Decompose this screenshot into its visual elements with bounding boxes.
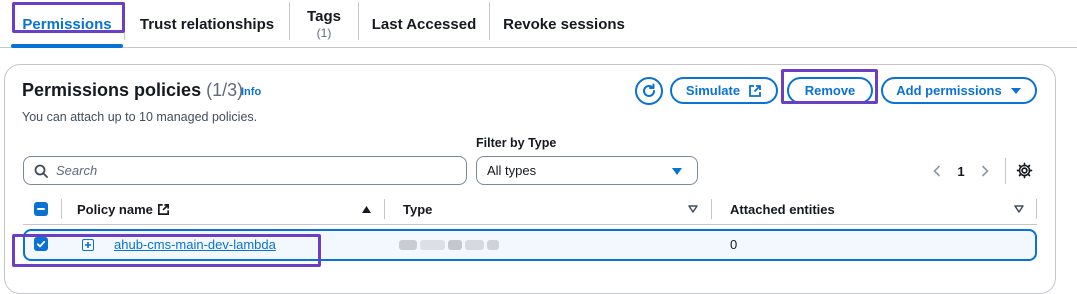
add-permissions-button-label: Add permissions (896, 83, 1002, 98)
row-checkbox[interactable] (34, 237, 48, 251)
preferences-button[interactable] (1016, 162, 1033, 184)
expand-plus-icon (85, 242, 91, 248)
column-divider (711, 199, 712, 219)
column-divider (61, 199, 62, 219)
refresh-icon (643, 83, 655, 97)
tab-bar: Permissions Trust relationships Tags (1)… (0, 0, 1077, 48)
type-filter-select[interactable]: All types (476, 156, 698, 185)
column-header-attached-entities-label: Attached entities (730, 202, 835, 217)
search-field[interactable] (23, 156, 467, 185)
type-filter-value: All types (487, 163, 537, 178)
panel-description: You can attach up to 10 managed policies… (22, 110, 258, 124)
tab-tags-label: Tags (307, 8, 341, 25)
caret-down-icon (1010, 86, 1022, 96)
column-divider (1036, 199, 1037, 219)
sort-down-icon[interactable] (688, 205, 698, 213)
tab-revoke-sessions[interactable]: Revoke sessions (490, 0, 638, 48)
caret-down-icon (672, 168, 682, 175)
simulate-button-label: Simulate (685, 83, 741, 98)
expand-row-button[interactable] (82, 239, 94, 251)
column-header-type-label: Type (403, 202, 433, 217)
tab-revoke-sessions-label: Revoke sessions (503, 15, 625, 33)
search-icon (34, 164, 48, 178)
tab-permissions-label: Permissions (22, 15, 112, 33)
add-permissions-button[interactable]: Add permissions (881, 77, 1037, 104)
panel-title-count: (1/3) (206, 80, 244, 100)
info-link[interactable]: Info (241, 86, 261, 98)
column-header-policy-name-label: Policy name (77, 202, 153, 217)
table-header-divider (23, 224, 1037, 225)
filter-by-type-label: Filter by Type (476, 136, 557, 150)
pagination-divider (1005, 158, 1006, 184)
column-header-type[interactable]: Type (403, 202, 432, 217)
checkbox-indeterminate-icon (37, 208, 45, 210)
tab-last-accessed-label: Last Accessed (371, 15, 477, 33)
tab-last-accessed[interactable]: Last Accessed (359, 0, 489, 48)
external-link-icon (157, 203, 170, 216)
search-input[interactable] (56, 163, 436, 178)
page-number[interactable]: 1 (944, 164, 978, 179)
remove-button-label: Remove (804, 83, 856, 98)
chevron-right-icon (981, 165, 989, 177)
policy-name-link[interactable]: ahub-cms-main-dev-lambda (114, 237, 276, 252)
remove-button[interactable]: Remove (787, 77, 873, 104)
pagination: 1 (930, 160, 992, 182)
active-tab-indicator (11, 44, 123, 48)
tab-permissions[interactable]: Permissions (11, 0, 123, 48)
tab-trust-relationships[interactable]: Trust relationships (125, 0, 289, 48)
tab-tags[interactable]: Tags (1) (290, 0, 358, 48)
column-header-policy-name[interactable]: Policy name (77, 202, 170, 217)
column-header-attached-entities[interactable]: Attached entities (730, 202, 835, 217)
chevron-left-icon (933, 165, 941, 177)
tab-trust-relationships-label: Trust relationships (139, 15, 275, 33)
sort-down-icon[interactable] (1014, 205, 1024, 213)
previous-page-button[interactable] (930, 161, 944, 181)
gear-icon (1016, 162, 1033, 179)
refresh-button[interactable] (635, 77, 663, 105)
external-link-icon (748, 84, 762, 98)
attached-entities-value: 0 (730, 237, 738, 252)
panel-title: Permissions policies (1/3) (22, 80, 243, 101)
checkbox-checked-icon (36, 240, 46, 248)
select-all-checkbox[interactable] (34, 202, 48, 216)
next-page-button[interactable] (978, 161, 992, 181)
panel-title-text: Permissions policies (22, 80, 202, 100)
column-divider (384, 199, 385, 219)
policy-type-redacted (399, 240, 499, 250)
tab-tags-count: (1) (316, 26, 332, 40)
simulate-button[interactable]: Simulate (670, 77, 778, 104)
sort-up-icon[interactable] (361, 205, 372, 214)
